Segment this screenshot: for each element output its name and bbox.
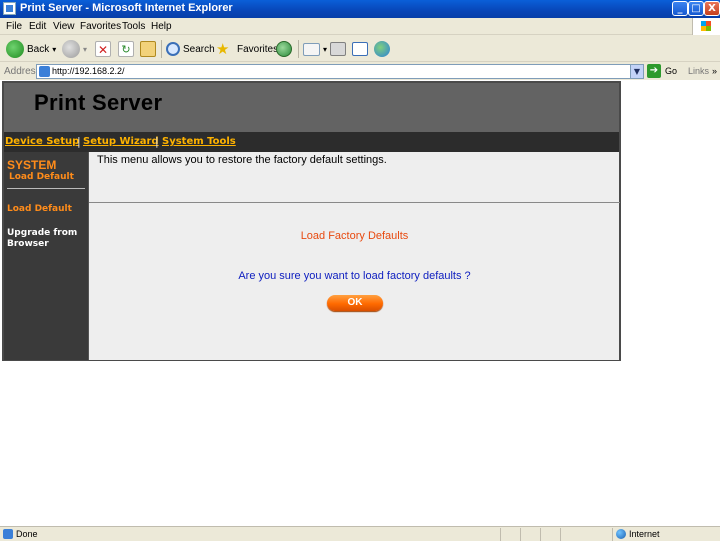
messenger-button[interactable]	[374, 39, 390, 59]
nav-separator: |	[77, 135, 81, 148]
confirm-question: Are you sure you want to load factory de…	[238, 270, 471, 282]
chevron-right-icon: »	[712, 66, 718, 76]
page-header: Print Server	[4, 83, 619, 132]
nav-device-setup[interactable]: Device Setup	[5, 136, 79, 147]
menu-edit[interactable]: Edit	[29, 21, 46, 32]
refresh-icon: ↻	[118, 41, 134, 57]
search-label: Search	[183, 43, 215, 55]
chevron-down-icon[interactable]: ▾	[52, 45, 56, 54]
go-label: Go	[665, 66, 678, 76]
edit-page-icon	[352, 42, 368, 56]
sidebar-section-title: SYSTEM	[7, 158, 57, 172]
back-arrow-icon	[6, 40, 24, 58]
printer-icon	[330, 42, 346, 56]
window-title: Print Server - Microsoft Internet Explor…	[20, 2, 233, 14]
page-title: Print Server	[34, 90, 163, 115]
menu-favorites[interactable]: Favorites	[80, 21, 121, 32]
favorites-button[interactable]: ★ Favorites	[216, 39, 278, 59]
page-viewport: Print Server Device Setup | Setup Wizard…	[0, 80, 720, 526]
address-input[interactable]: http://192.168.2.2/ ▼	[36, 64, 644, 79]
status-divider	[500, 528, 501, 541]
stop-button[interactable]: ✕	[95, 39, 111, 59]
sidebar-divider	[7, 188, 85, 189]
nav-system-tools[interactable]: System Tools	[162, 136, 236, 147]
status-divider	[540, 528, 541, 541]
toolbar-separator	[161, 40, 162, 58]
section-heading: Load Factory Defaults	[300, 230, 409, 242]
close-button[interactable]: X	[704, 1, 720, 16]
sidebar-item-load-default[interactable]: Load Default	[7, 204, 72, 214]
toolbar: Back ▾ ▾ ✕ ↻ Search ★ Favorites ▾	[0, 36, 720, 62]
page-description: This menu allows you to restore the fact…	[97, 154, 387, 166]
back-label: Back	[27, 43, 50, 55]
toolbar-separator	[298, 40, 299, 58]
search-icon	[166, 42, 180, 56]
address-bar: Address http://192.168.2.2/ ▼ ➔ Go Links…	[0, 63, 720, 80]
windows-logo-icon	[692, 18, 720, 35]
star-icon: ★	[216, 40, 230, 58]
menu-bar: File Edit View Favorites Tools Help	[0, 18, 720, 35]
nav-separator: |	[155, 135, 159, 148]
sidebar: SYSTEM Load Default Load Default Upgrade…	[4, 152, 88, 360]
content-divider	[89, 202, 620, 203]
title-bar: Print Server - Microsoft Internet Explor…	[0, 0, 720, 18]
history-button[interactable]	[276, 39, 292, 59]
sidebar-item-upgrade-from-browser[interactable]: Upgrade from Browser	[7, 228, 85, 250]
stop-icon: ✕	[95, 41, 111, 57]
print-server-panel: Print Server Device Setup | Setup Wizard…	[2, 81, 621, 361]
minimize-button[interactable]: _	[672, 1, 688, 16]
menu-file[interactable]: File	[6, 21, 22, 32]
sidebar-section-subtitle: Load Default	[9, 172, 74, 182]
internet-zone-icon	[616, 529, 626, 539]
top-nav: Device Setup | Setup Wizard | System Too…	[4, 132, 619, 152]
maximize-button[interactable]: □	[688, 1, 704, 16]
history-icon	[276, 41, 292, 57]
status-divider	[612, 528, 613, 541]
chevron-down-icon[interactable]: ▼	[630, 65, 643, 78]
status-text: Done	[16, 529, 38, 539]
home-icon	[140, 41, 156, 57]
mail-icon	[303, 42, 320, 56]
messenger-icon	[374, 41, 390, 57]
ok-button[interactable]: OK	[327, 295, 383, 311]
print-button[interactable]	[330, 39, 346, 59]
menu-help[interactable]: Help	[151, 21, 172, 32]
main-content: This menu allows you to restore the fact…	[88, 152, 620, 360]
page-done-icon	[3, 529, 13, 539]
page-icon	[39, 66, 50, 77]
status-bar: Done Internet	[0, 526, 720, 541]
security-zone-label: Internet	[629, 529, 660, 539]
forward-arrow-icon	[62, 40, 80, 58]
go-button[interactable]: ➔ Go	[647, 64, 677, 78]
forward-button[interactable]: ▾	[62, 39, 87, 59]
status-divider	[560, 528, 561, 541]
refresh-button[interactable]: ↻	[118, 39, 134, 59]
search-button[interactable]: Search	[166, 39, 215, 59]
favorites-label: Favorites	[237, 43, 279, 55]
nav-setup-wizard[interactable]: Setup Wizard	[83, 136, 159, 147]
address-url[interactable]: http://192.168.2.2/	[52, 66, 125, 76]
chevron-down-icon[interactable]: ▾	[323, 45, 327, 54]
ie-icon	[3, 2, 16, 15]
home-button[interactable]	[140, 39, 156, 59]
mail-button[interactable]: ▾	[303, 39, 327, 59]
links-label: Links	[688, 66, 710, 76]
status-divider	[520, 528, 521, 541]
edit-button[interactable]	[352, 39, 368, 59]
go-arrow-icon: ➔	[647, 64, 661, 78]
chevron-down-icon[interactable]: ▾	[83, 45, 87, 54]
links-button[interactable]: Links»	[688, 66, 717, 76]
menu-tools[interactable]: Tools	[122, 21, 145, 32]
menu-view[interactable]: View	[53, 21, 75, 32]
back-button[interactable]: Back ▾	[6, 39, 56, 59]
